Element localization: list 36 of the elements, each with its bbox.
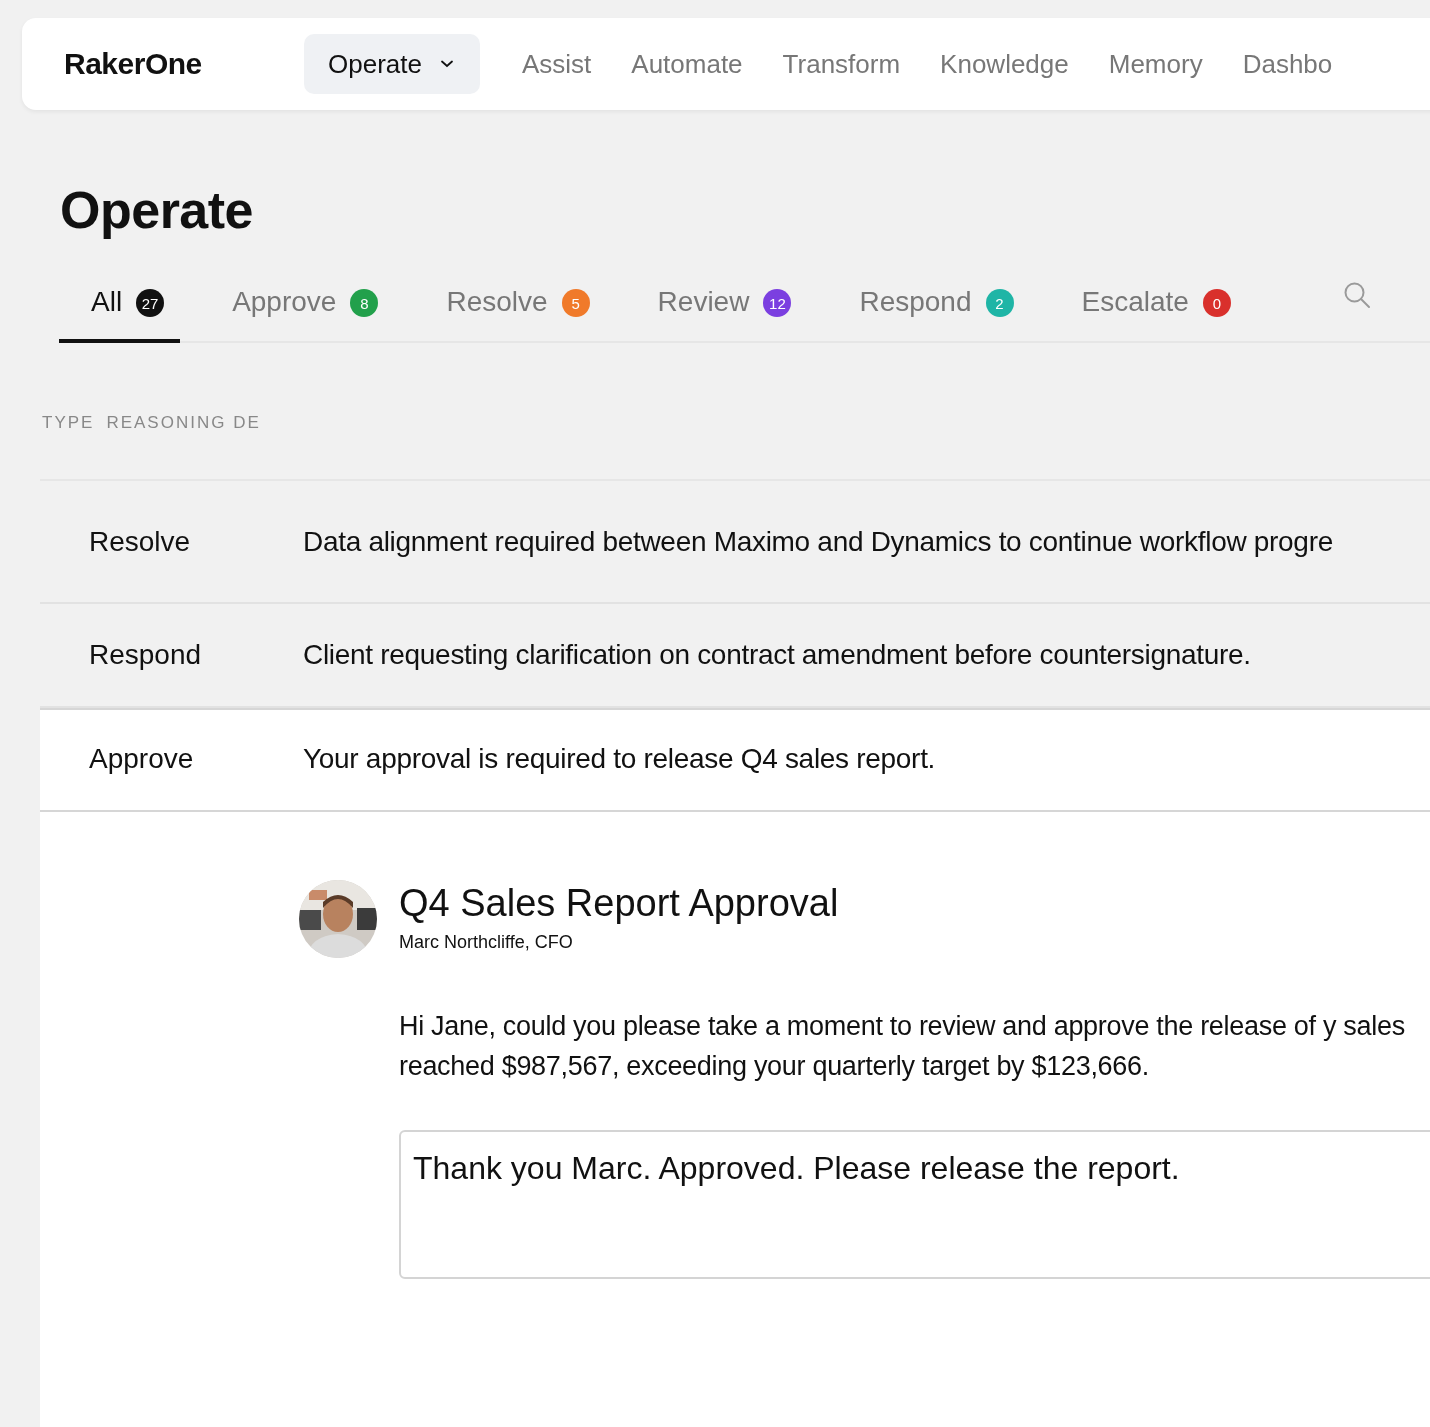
table-cell: Client requesting clarification on contract amendment before countersignature.: [303, 639, 1251, 671]
table-row[interactable]: Approve Your approval is required to release Q4 sales report.: [40, 708, 1430, 812]
filter-tab[interactable]: Approve 8: [200, 280, 395, 343]
nav-link[interactable]: Memory: [1108, 48, 1203, 80]
logo: RakerOne: [64, 47, 203, 81]
count-badge: 12: [763, 289, 792, 317]
table-cell-text: Approve: [88, 743, 195, 775]
nav-link[interactable]: Assist: [521, 48, 592, 80]
count-badge: 5: [561, 289, 590, 317]
nav-link[interactable]: Dashbo: [1242, 48, 1333, 80]
filter-tab[interactable]: Escalate 0: [1049, 280, 1247, 343]
filter-tab[interactable]: Resolve 5: [414, 280, 606, 343]
count-badge: 8: [350, 289, 379, 317]
table-cell: Data alignment required between Maximo and Dynamics to continue workflow progre: [303, 525, 1333, 558]
table-cell: Your approval is required to release Q4 sales report.: [303, 743, 936, 775]
table-cell-text: Respond: [88, 639, 203, 671]
count-badge: 2: [985, 289, 1014, 317]
count-badge: 0: [1202, 289, 1231, 317]
column-header: REASONING DE: [106, 413, 261, 433]
nav-link[interactable]: Automate: [631, 48, 743, 80]
caret-icon: [439, 60, 454, 68]
nav-link[interactable]: Knowledge: [940, 48, 1069, 80]
filter-tab[interactable]: Review 12: [625, 280, 808, 343]
filter-tab[interactable]: All 27: [59, 280, 181, 343]
search-icon[interactable]: [1342, 281, 1371, 309]
page-title: Operate: [60, 180, 255, 240]
author-name: Marc Northcliffe, CFO: [399, 932, 574, 953]
nav-dropdown[interactable]: Operate: [304, 34, 480, 94]
message-text: Hi Jane, could you please take a moment to review and approve the release of y sales reached $987,567, exceeding your quarterly target by $123,666.: [399, 1010, 1406, 1083]
table-cell-text: Resolve: [88, 525, 192, 558]
message-title: Q4 Sales Report Approval: [399, 881, 839, 926]
reply-field[interactable]: Thank you Marc. Approved. Please release the report.: [399, 1130, 1430, 1279]
column-header: TYPE: [42, 413, 95, 433]
filter-tab[interactable]: Respond 2: [827, 280, 1030, 343]
nav-link[interactable]: Transform: [782, 48, 901, 80]
count-badge: 27: [136, 289, 165, 317]
